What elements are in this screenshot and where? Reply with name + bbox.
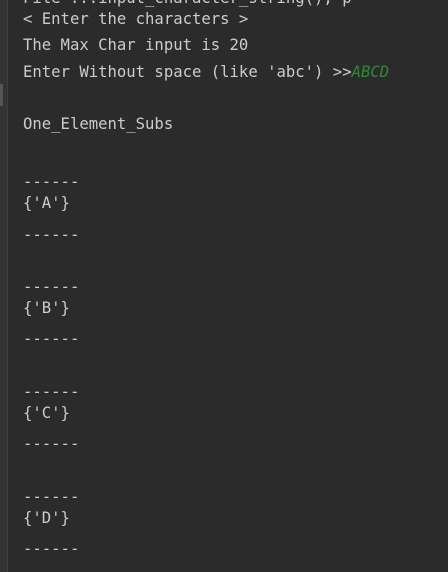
clipped-output-line: File ...input_character_string(), p <box>23 0 352 8</box>
prompt-line: < Enter the characters > <box>23 10 249 28</box>
separator-line: ------ <box>23 540 80 558</box>
separator-line: ------ <box>23 173 80 191</box>
section-title: One_Element_Subs <box>23 115 174 133</box>
max-char-line: The Max Char input is 20 <box>23 36 249 54</box>
separator-line: ------ <box>23 226 80 244</box>
separator-line: ------ <box>23 330 80 348</box>
separator-line: ------ <box>23 383 80 401</box>
separator-line: ------ <box>23 278 80 296</box>
separator-line: ------ <box>23 488 80 506</box>
subset-output: {'A'} <box>23 194 70 212</box>
subset-output: {'B'} <box>23 299 70 317</box>
input-prompt-line: Enter Without space (like 'abc') >>ABCD <box>23 62 389 82</box>
user-input-text: ABCD <box>351 63 390 81</box>
subset-output: {'D'} <box>23 509 70 527</box>
separator-line: ------ <box>23 435 80 453</box>
console-gutter <box>0 0 8 572</box>
run-console[interactable]: File ...input_character_string(), p < En… <box>0 0 448 572</box>
subset-output: {'C'} <box>23 404 70 422</box>
gutter-marker <box>0 84 3 106</box>
input-prompt-text: Enter Without space (like 'abc') >> <box>23 63 352 81</box>
